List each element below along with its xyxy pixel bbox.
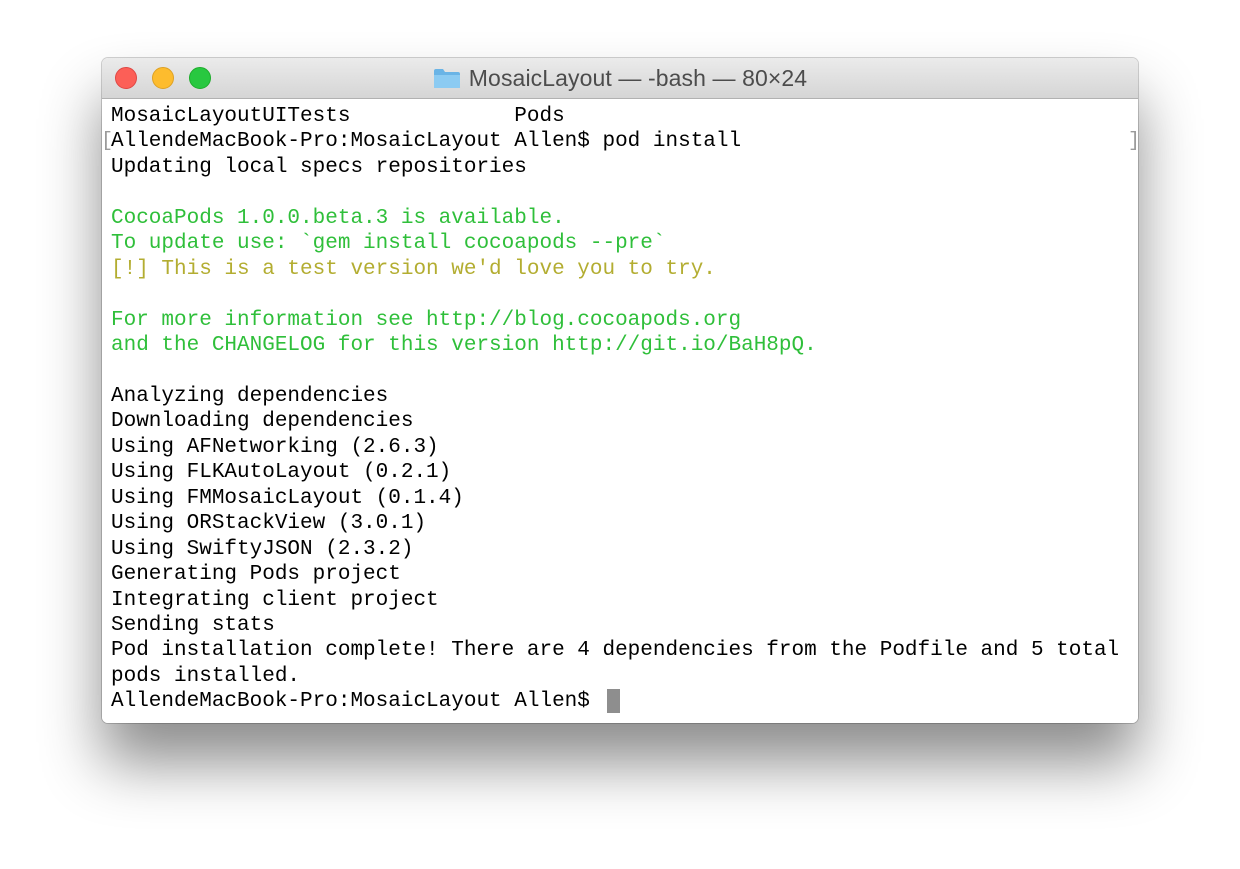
terminal-line: Using SwiftyJSON (2.3.2)	[111, 538, 414, 561]
text-cursor	[607, 689, 620, 713]
terminal-line: For more information see http://blog.coc…	[111, 309, 742, 332]
terminal-line: MosaicLayoutUITests Pods	[111, 105, 565, 128]
window-title-area: MosaicLayout — -bash — 80×24	[102, 58, 1138, 99]
terminal-line: [!] This is a test version we'd love you…	[111, 258, 716, 281]
terminal-line: Pod installation complete! There are 4 d…	[111, 639, 1120, 662]
terminal-window: MosaicLayout — -bash — 80×24 [ ] MosaicL…	[102, 58, 1138, 723]
terminal-line: Generating Pods project	[111, 563, 401, 586]
terminal-line: Downloading dependencies	[111, 410, 414, 433]
terminal-line: To update use: `gem install cocoapods --…	[111, 232, 666, 255]
terminal-line: Analyzing dependencies	[111, 385, 389, 408]
terminal-line: Using FMMosaicLayout (0.1.4)	[111, 487, 464, 510]
terminal-line: pods installed.	[111, 665, 301, 688]
terminal-line: Sending stats	[111, 614, 275, 637]
terminal-output[interactable]: [ ] MosaicLayoutUITests PodsAllendeMacBo…	[102, 99, 1138, 723]
terminal-line: Updating local specs repositories	[111, 156, 527, 179]
terminal-line: Using AFNetworking (2.6.3)	[111, 436, 439, 459]
window-title: MosaicLayout — -bash — 80×24	[468, 65, 808, 91]
terminal-line: AllendeMacBook-Pro:MosaicLayout Allen$	[111, 690, 603, 713]
terminal-line: AllendeMacBook-Pro:MosaicLayout Allen$ p…	[111, 130, 742, 153]
title-bar[interactable]: MosaicLayout — -bash — 80×24	[102, 58, 1138, 99]
folder-icon	[433, 69, 460, 88]
terminal-line: CocoaPods 1.0.0.beta.3 is available.	[111, 207, 565, 230]
terminal-line: Integrating client project	[111, 589, 439, 612]
terminal-line: and the CHANGELOG for this version http:…	[111, 334, 817, 357]
selection-bracket-close: ]	[1128, 129, 1138, 154]
terminal-line: Using FLKAutoLayout (0.2.1)	[111, 461, 452, 484]
terminal-line: Using ORStackView (3.0.1)	[111, 512, 427, 535]
